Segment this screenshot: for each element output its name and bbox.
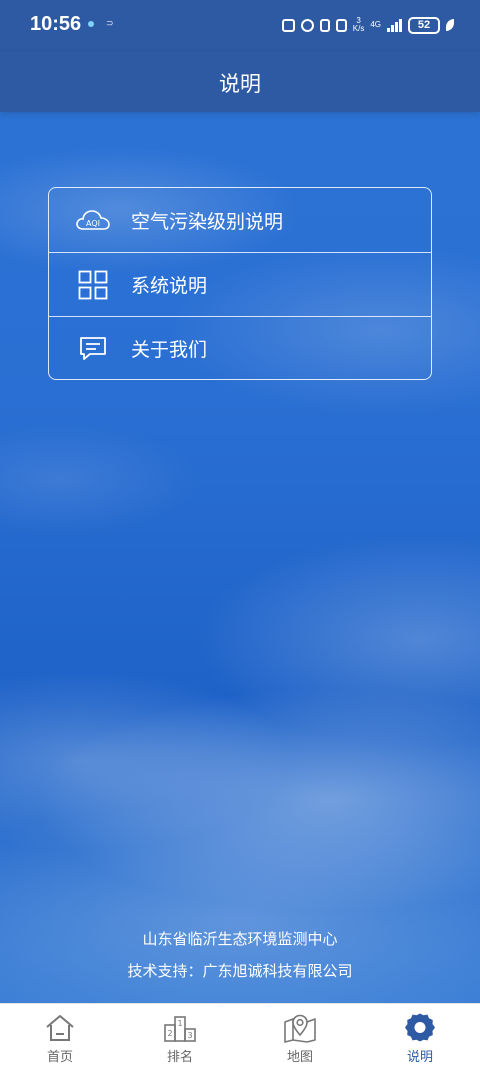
mute-icon	[335, 18, 347, 32]
bluetooth-icon	[319, 18, 330, 32]
net-speed-unit: K/s	[352, 24, 365, 33]
menu-card: AQI 空气污染级别说明 系统说明 关于我们	[48, 187, 432, 380]
status-time: 10:56	[30, 13, 82, 35]
menu-item-label: 关于我们	[131, 339, 208, 361]
aqi-icon-text: AQI	[86, 219, 100, 228]
sky-background	[0, 0, 480, 1003]
podium-icon: 2 1 3	[163, 1012, 197, 1044]
gear-icon	[403, 1012, 437, 1044]
page-title: 说明	[219, 72, 261, 96]
status-small-label: ⊃	[106, 19, 114, 29]
menu-item-about[interactable]: 关于我们	[49, 316, 431, 380]
podium-digit: 1	[177, 1019, 182, 1028]
map-pin-icon	[283, 1012, 317, 1044]
status-bar: 10:56 ⊃ 3 K/s 4G 52	[0, 0, 480, 52]
footer-support: 技术支持：广东旭诚科技有限公司	[127, 962, 353, 980]
podium-digit: 2	[167, 1029, 172, 1038]
location-dot-icon	[88, 21, 94, 27]
tab-map[interactable]: 地图	[240, 1004, 360, 1068]
menu-item-aqi-levels[interactable]: AQI 空气污染级别说明	[49, 188, 431, 252]
network-type: 4G	[370, 20, 381, 29]
nfc-icon	[281, 18, 295, 32]
message-icon	[75, 331, 111, 367]
podium-digit: 3	[187, 1031, 192, 1040]
menu-item-label: 空气污染级别说明	[131, 210, 284, 233]
header-bar: 说明	[0, 52, 480, 112]
alarm-icon	[300, 18, 314, 32]
leaf-icon	[446, 19, 454, 31]
net-speed: 3 K/s	[353, 17, 365, 33]
bottom-tab-bar: 首页 2 1 3 排名 地图 说明	[0, 1003, 480, 1068]
aqi-cloud-icon: AQI	[75, 202, 111, 238]
grid-icon	[75, 267, 111, 303]
status-icons: 3 K/s 4G 52	[281, 14, 454, 36]
menu-item-system[interactable]: 系统说明	[49, 252, 431, 316]
footer-org: 山东省临沂生态环境监测中心	[142, 930, 338, 948]
battery-indicator: 52	[408, 16, 440, 34]
tab-label: 说明	[406, 1050, 433, 1065]
tab-label: 地图	[286, 1050, 313, 1065]
home-icon	[43, 1012, 77, 1044]
tab-about[interactable]: 说明	[360, 1004, 480, 1068]
tab-ranking[interactable]: 2 1 3 排名	[120, 1004, 240, 1068]
tab-label: 首页	[46, 1050, 73, 1065]
tab-home[interactable]: 首页	[0, 1004, 120, 1068]
tab-label: 排名	[166, 1050, 193, 1065]
signal-icon	[387, 18, 402, 32]
menu-item-label: 系统说明	[131, 275, 208, 297]
